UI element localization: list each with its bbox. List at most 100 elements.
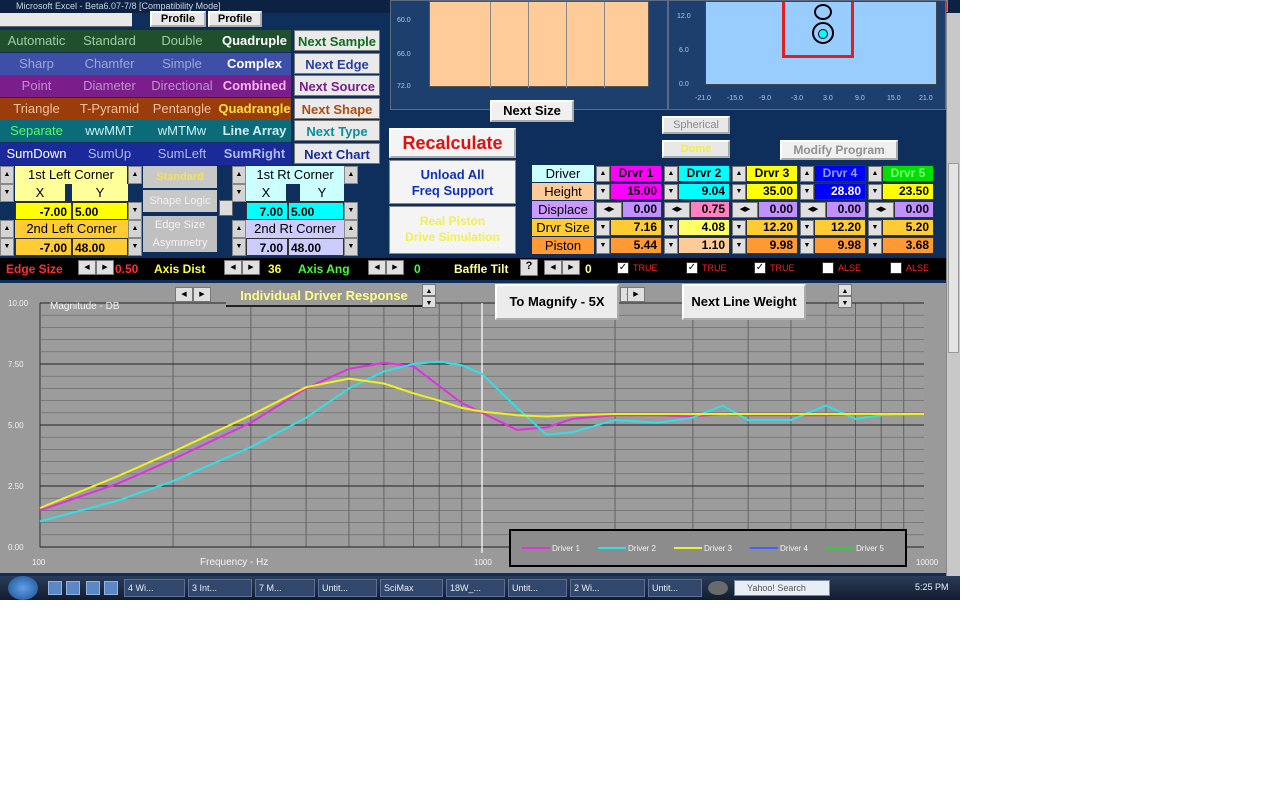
edge-size-spin-left[interactable]: ◀ [78,260,96,275]
magnify-button[interactable]: To Magnify - 5X [495,284,619,320]
mode-option-simple[interactable]: Simple [146,52,218,75]
dome-button[interactable]: Dome [662,140,730,158]
next-source-button[interactable]: Next Source [294,75,380,96]
title-spin-down[interactable]: ▼ [422,296,436,308]
driver-5-checkbox[interactable] [890,262,902,274]
second-left-scroll-up[interactable]: ▲ [0,220,14,238]
driver-4-headers-spin[interactable]: ▲ [800,166,814,182]
driver-5-displace[interactable]: 0.00 [894,201,934,218]
next-sample-button[interactable]: Next Sample [294,30,380,51]
driver-1-displace-spin[interactable]: ◀▶ [596,202,622,218]
mode-option-combined[interactable]: Combined [218,75,291,97]
search-box[interactable]: Yahoo! Search [734,580,830,596]
driver-3-drvr-size[interactable]: 12.20 [746,219,798,236]
next-size-button[interactable]: Next Size [490,100,574,122]
driver-4-displace-spin[interactable]: ◀▶ [800,202,826,218]
second-left-right-down[interactable]: ▼ [128,238,142,256]
first-right-right-down[interactable]: ▼ [344,202,358,220]
mode-option-quadruple[interactable]: Quadruple [218,30,291,52]
driver-1-drvr_size-spin[interactable]: ▼ [596,220,610,236]
mode-option-sumright[interactable]: SumRight [218,142,291,165]
driver-2-headers-spin[interactable]: ▲ [664,166,678,182]
driver-1-piston[interactable]: 5.44 [610,237,662,254]
weight-spin-up[interactable]: ▲ [838,284,852,296]
driver-2-drvr_size-spin[interactable]: ▼ [664,220,678,236]
driver-5-drvr-size[interactable]: 5.20 [882,219,934,236]
driver-2-height[interactable]: 9.04 [678,183,730,200]
next-chart-button[interactable]: Next Chart [294,142,380,164]
driver-5-height-spin[interactable]: ▼ [868,184,882,200]
first-right-scroll-down[interactable]: ▼ [232,184,246,202]
tray-icons[interactable] [862,582,908,594]
next-edge-button[interactable]: Next Edge [294,52,380,74]
driver-5-displace-spin[interactable]: ◀▶ [868,202,894,218]
baffle-tilt-spin-right[interactable]: ▶ [562,260,580,275]
mode-option-complex[interactable]: Complex [218,52,291,75]
driver-4-piston[interactable]: 9.98 [814,237,866,254]
mode-option-chamfer[interactable]: Chamfer [73,52,146,75]
profile-button-2[interactable]: Profile [208,11,262,27]
driver-3-drvr_size-spin[interactable]: ▼ [732,220,746,236]
second-right-scroll-up[interactable]: ▲ [232,220,246,238]
driver-5-drvr_size-spin[interactable]: ▼ [868,220,882,236]
driver-4-height[interactable]: 28.80 [814,183,866,200]
mode-option-sumdown[interactable]: SumDown [0,142,73,165]
driver-1-headers-spin[interactable]: ▲ [596,166,610,182]
driver-3-height[interactable]: 35.00 [746,183,798,200]
taskbar-item[interactable]: 18W_... [446,579,505,597]
driver-5-height[interactable]: 23.50 [882,183,934,200]
standard-button[interactable]: Standard [143,166,217,188]
driver-3-height-spin[interactable]: ▼ [732,184,746,200]
quick-launch-icon[interactable] [104,581,118,595]
mode-option-pentangle[interactable]: Pentangle [146,97,218,120]
driver-2-displace[interactable]: 0.75 [690,201,730,218]
driver-3-displace-spin[interactable]: ◀▶ [732,202,758,218]
second-right-scroll-down[interactable]: ▼ [232,238,246,256]
mode-option-double[interactable]: Double [146,30,218,52]
quick-launch-icon[interactable] [48,581,62,595]
axis-ang-spin-left[interactable]: ◀ [368,260,386,275]
vertical-scrollbar[interactable] [946,13,960,576]
taskbar-item[interactable]: 7 M... [255,579,315,597]
mode-option-directional[interactable]: Directional [146,75,218,97]
driver-2-displace-spin[interactable]: ◀▶ [664,202,690,218]
mode-option-diameter[interactable]: Diameter [73,75,146,97]
quick-launch-icon[interactable] [66,581,80,595]
driver-5-headers-spin[interactable]: ▲ [868,166,882,182]
profile-button-1[interactable]: Profile [150,11,206,27]
mode-option-sumleft[interactable]: SumLeft [146,142,218,165]
taskbar-item[interactable]: 4 Wi... [124,579,185,597]
axis-ang-spin-right[interactable]: ▶ [386,260,404,275]
second-right-y-value[interactable]: 48.00 [288,238,344,256]
mode-option-point[interactable]: Point [0,75,73,97]
first-left-scroll-up[interactable]: ▲ [0,166,14,184]
driver-3-piston[interactable]: 9.98 [746,237,798,254]
driver-2-height-spin[interactable]: ▼ [664,184,678,200]
first-left-scroll-down[interactable]: ▼ [0,184,14,202]
mode-option-t-pyramid[interactable]: T-Pyramid [73,97,146,120]
mode-option-separate[interactable]: Separate [0,120,73,142]
real-piston-button[interactable]: Real Piston Drive Simulation [389,206,516,254]
title-spin-left[interactable]: ◀ [175,287,193,302]
shape-logic-button[interactable]: Shape Logic [143,190,217,212]
second-right-right-down[interactable]: ▼ [344,238,358,256]
mode-option-triangle[interactable]: Triangle [0,97,73,120]
first-left-x-value[interactable]: -7.00 [15,202,72,220]
driver-3-checkbox[interactable]: ✓ [754,262,766,274]
modify-program-button[interactable]: Modify Program [780,140,898,160]
driver-4-checkbox[interactable] [822,262,834,274]
taskbar-item[interactable]: Untit... [648,579,702,597]
driver-1-drvr-size[interactable]: 7.16 [610,219,662,236]
top-input-cell[interactable] [0,13,132,27]
first-left-right-down[interactable]: ▼ [128,202,142,220]
taskbar-item[interactable]: SciMax [380,579,443,597]
edge-size-spin-right[interactable]: ▶ [96,260,114,275]
first-right-y-value[interactable]: 5.00 [288,202,344,220]
second-left-right-up[interactable]: ▲ [128,220,142,238]
next-line-weight-button[interactable]: Next Line Weight [682,284,806,320]
second-left-y-value[interactable]: 48.00 [72,238,128,256]
help-button[interactable]: ? [520,259,538,276]
driver-1-height-spin[interactable]: ▼ [596,184,610,200]
second-right-right-up[interactable]: ▲ [344,220,358,238]
driver-3-headers-spin[interactable]: ▲ [732,166,746,182]
